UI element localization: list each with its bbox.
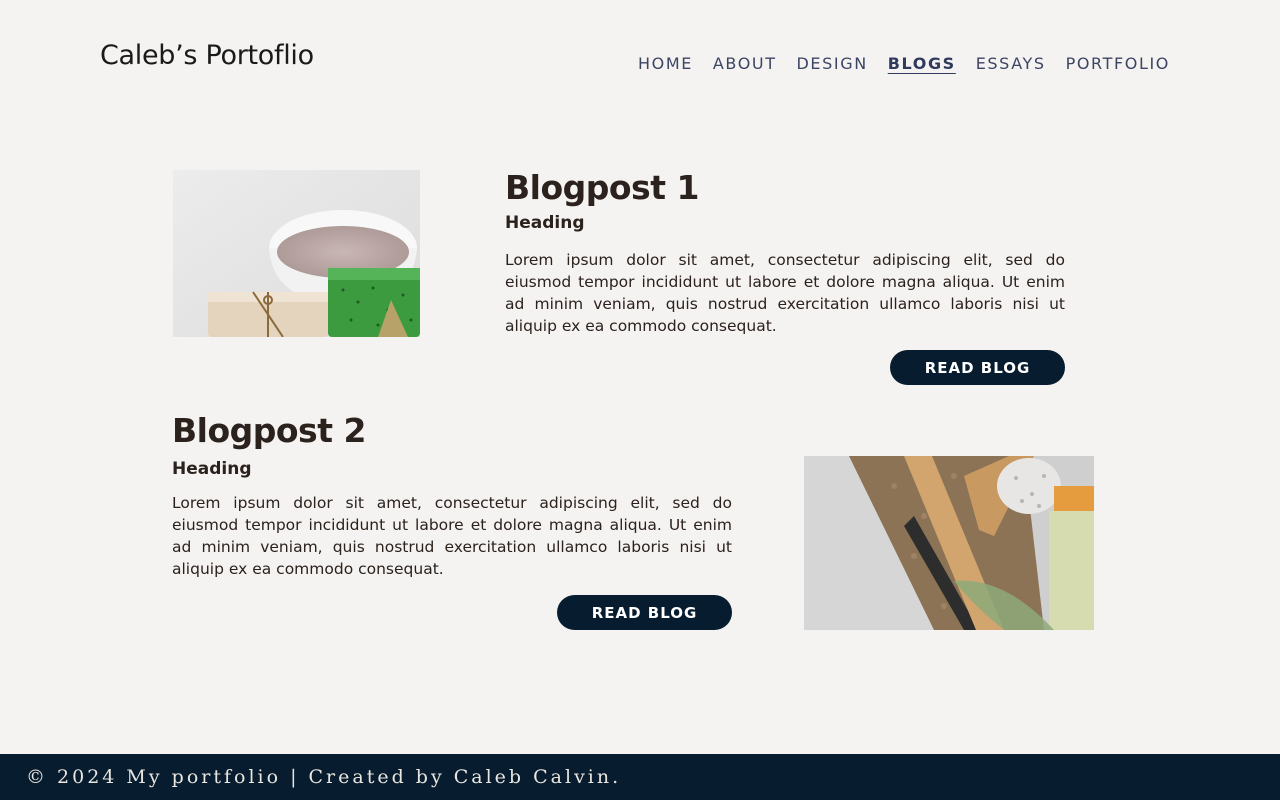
footer-text: © 2024 My portfolio | Created by Caleb C… [26, 766, 622, 788]
post-2-body: Lorem ipsum dolor sit amet, consectetur … [172, 494, 732, 578]
nav-essays[interactable]: ESSAYS [976, 54, 1046, 73]
post-1-read-blog-button[interactable]: READ BLOG [890, 350, 1065, 385]
site-title[interactable]: Caleb’s Portoflio [100, 40, 314, 71]
post-2-title: Blogpost 2 [172, 411, 366, 450]
nav-design[interactable]: DESIGN [797, 54, 868, 73]
post-2-heading: Heading [172, 459, 252, 479]
nav-about[interactable]: ABOUT [713, 54, 777, 73]
page: Caleb’s Portoflio HOME ABOUT DESIGN BLOG… [0, 0, 1280, 800]
post-1-heading: Heading [505, 213, 585, 233]
post-2-read-blog-button[interactable]: READ BLOG [557, 595, 732, 630]
main-nav: HOME ABOUT DESIGN BLOGS ESSAYS PORTFOLIO [638, 54, 1170, 73]
nav-portfolio[interactable]: PORTFOLIO [1066, 54, 1170, 73]
post-1-body: Lorem ipsum dolor sit amet, consectetur … [505, 251, 1065, 335]
post-1-title: Blogpost 1 [505, 168, 699, 207]
post-2-image [804, 456, 1094, 630]
site-footer: © 2024 My portfolio | Created by Caleb C… [0, 754, 1280, 800]
post-1-image [173, 170, 420, 337]
nav-blogs[interactable]: BLOGS [888, 54, 956, 73]
nav-home[interactable]: HOME [638, 54, 693, 73]
